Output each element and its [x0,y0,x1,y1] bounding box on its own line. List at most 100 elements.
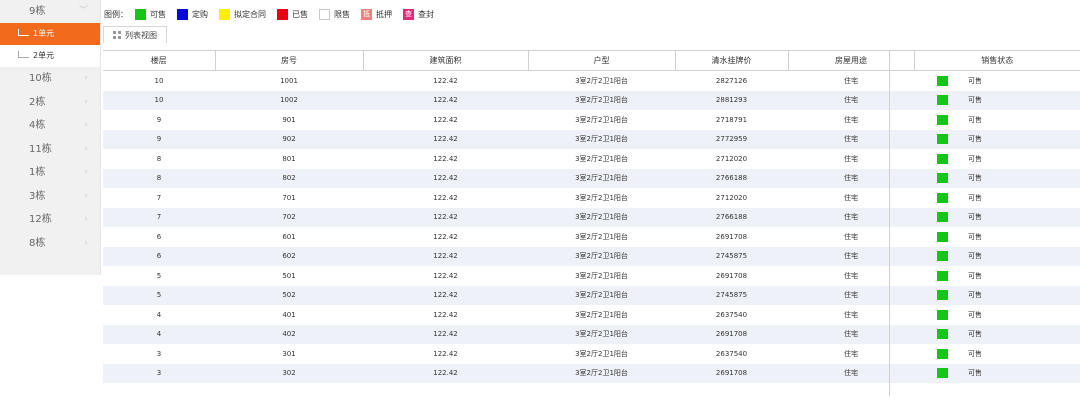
grid-icon [113,31,121,39]
sidebar-sub-list: 1单元 2单元 [0,23,100,67]
sidebar-sub-item-label: 2单元 [33,51,55,60]
table-row[interactable]: 4 401 122.42 3室2厅2卫1阳台 2637540 住宅 可售 [103,305,1080,325]
sidebar-item-building[interactable]: 8栋 › [0,232,100,256]
cell-price: 2637540 [715,349,748,358]
cell-sale-status: 可售 [914,91,1080,111]
status-text: 可售 [968,154,982,163]
sidebar-item-building[interactable]: 12栋 › [0,208,100,232]
cell-room-number: 401 [282,310,296,319]
table-row[interactable]: 8 802 122.42 3室2厅2卫1阳台 2766188 住宅 可售 [103,168,1080,188]
table-row[interactable]: 10 1001 122.42 3室2厅2卫1阳台 2827126 住宅 可售 [103,70,1080,91]
status-text: 可售 [968,291,982,300]
legend-item: 查查封 [403,8,434,20]
cell-area: 122.42 [433,232,458,241]
app-root: 9栋 ﹀ 1单元 2单元 10栋 › 2栋 › 4栋 › 11栋 › 1栋 › 3栋 › 12栋 › 8栋 › … [0,0,1080,415]
cell-sale-status: 可售 [914,325,1080,345]
sidebar-sub-item[interactable]: 2单元 [0,45,100,67]
table-row[interactable]: 10 1002 122.42 3室2厅2卫1阳台 2881293 住宅 可售 [103,90,1080,111]
sidebar-item-building[interactable]: 10栋 › [0,67,100,91]
column-separator [889,51,890,396]
cell-sale-status: 可售 [914,188,1080,208]
status-indicator [937,95,948,106]
cell-usage: 住宅 [844,291,858,300]
table-row[interactable]: 6 601 122.42 3室2厅2卫1阳台 2691708 住宅 可售 [103,227,1080,247]
cell-layout: 3室2厅2卫1阳台 [575,271,628,280]
table-row[interactable]: 9 902 122.42 3室2厅2卫1阳台 2772959 住宅 可售 [103,129,1080,150]
table-row[interactable]: 3 301 122.42 3室2厅2卫1阳台 2637540 住宅 可售 [103,344,1080,364]
cell-floor: 9 [156,115,162,124]
cell-room-number: 301 [282,349,296,358]
table-row[interactable]: 4 402 122.42 3室2厅2卫1阳台 2691708 住宅 可售 [103,324,1080,345]
tab-label: 列表视图 [125,30,157,40]
status-text: 可售 [968,252,982,261]
cell-room-number: 902 [282,135,296,144]
cell-room-number: 402 [282,330,296,339]
sidebar-item-building[interactable]: 2栋 › [0,91,100,115]
table-row[interactable]: 8 801 122.42 3室2厅2卫1阳台 2712020 住宅 可售 [103,149,1080,169]
cell-layout: 3室2厅2卫1阳台 [575,291,628,300]
legend-item: 可售 [135,8,166,20]
table-row[interactable]: 6 602 122.42 3室2厅2卫1阳台 2745875 住宅 可售 [103,246,1080,266]
cell-price: 2691708 [715,271,748,280]
status-indicator [937,368,948,379]
cell-room-number: 801 [282,154,296,163]
legend-item-label: 拟定合同 [234,9,266,19]
cell-usage: 住宅 [844,252,858,261]
cell-usage: 住宅 [844,271,858,280]
legend-swatch [135,8,146,20]
cell-sale-status: 可售 [914,208,1080,228]
legend-item-label: 抵押 [376,9,392,19]
cell-price: 2691708 [715,330,748,339]
cell-usage: 住宅 [844,232,858,241]
column-header[interactable]: 清水挂牌价 [674,51,788,71]
cell-usage: 住宅 [844,330,858,339]
sidebar-item-building[interactable]: 3栋 › [0,185,100,209]
tree-connector-icon [18,29,29,36]
status-indicator [937,192,948,203]
cell-floor: 5 [156,291,162,300]
status-indicator [937,173,948,184]
legend-item-label: 已售 [292,9,308,19]
chevron-right-icon: › [84,190,88,201]
column-header[interactable]: 房屋用途 [787,51,914,71]
table-row[interactable]: 5 501 122.42 3室2厅2卫1阳台 2691708 住宅 可售 [103,266,1080,286]
cell-area: 122.42 [433,174,458,183]
column-header[interactable]: 房号 [214,51,363,71]
status-text: 可售 [968,174,982,183]
sidebar-item-label: 2栋 [29,96,46,108]
column-header[interactable]: 楼层 [103,51,215,71]
chevron-right-icon: › [84,120,88,130]
table-row[interactable]: 3 302 122.42 3室2厅2卫1阳台 2691708 住宅 可售 [103,363,1080,383]
table-row[interactable]: 9 901 122.42 3室2厅2卫1阳台 2718791 住宅 可售 [103,110,1080,130]
cell-usage: 住宅 [844,310,858,319]
cell-layout: 3室2厅2卫1阳台 [575,96,628,105]
cell-floor: 4 [156,330,162,339]
cell-floor: 3 [156,349,162,358]
sidebar-item-building[interactable]: 11栋 › [0,138,100,162]
sidebar-item-building[interactable]: 4栋 › [0,114,100,138]
cell-room-number: 302 [282,369,296,378]
column-header[interactable]: 建筑面积 [362,51,528,71]
table-header-row: 楼层 房号 建筑面积 户型 清水挂牌价 房屋用途 销售状态 [103,51,1080,71]
legend-swatch [177,8,188,20]
column-header[interactable]: 户型 [527,51,675,71]
legend-item: 限售 [319,8,350,20]
status-text: 可售 [968,232,982,241]
status-text: 可售 [968,96,982,105]
status-indicator [937,348,948,359]
legend-item: 拟定合同 [219,8,266,20]
sidebar-item-building-open[interactable]: 9栋 ﹀ [0,0,100,23]
table-row[interactable]: 5 502 122.42 3室2厅2卫1阳台 2745875 住宅 可售 [103,285,1080,305]
cell-price: 2718791 [715,115,748,124]
cell-price: 2766188 [715,174,748,183]
sidebar-item-building[interactable]: 1栋 › [0,161,100,185]
table-row[interactable]: 7 701 122.42 3室2厅2卫1阳台 2712020 住宅 可售 [103,188,1080,208]
column-header[interactable]: 销售状态 [913,51,1080,71]
tab-list-view[interactable]: 列表视图 [103,26,167,43]
cell-layout: 3室2厅2卫1阳台 [575,232,628,241]
cell-sale-status: 可售 [914,130,1080,150]
cell-price: 2712020 [715,193,748,202]
table-row[interactable]: 7 702 122.42 3室2厅2卫1阳台 2766188 住宅 可售 [103,207,1080,228]
sidebar-sub-item[interactable]: 1单元 [0,23,100,45]
cell-floor: 10 [154,76,164,85]
